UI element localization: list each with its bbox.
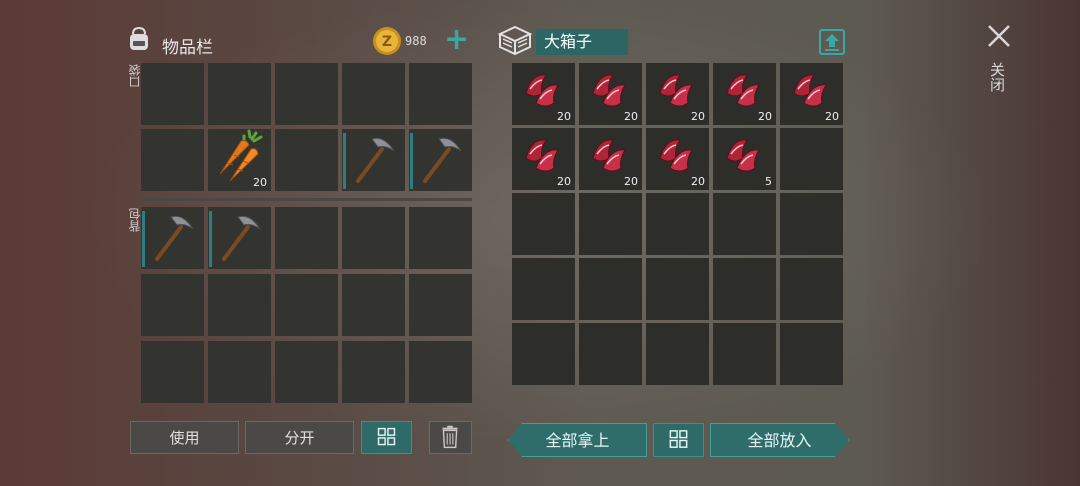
add-coins-button[interactable]: +	[444, 25, 469, 56]
inventory-slot[interactable]	[409, 341, 472, 403]
inventory-title: 物品栏	[162, 38, 213, 58]
container-slot[interactable]	[780, 258, 843, 320]
container-slot[interactable]	[512, 193, 575, 255]
backpack-grid	[141, 207, 472, 403]
container-slot-meat[interactable]: 20	[512, 63, 575, 125]
pocket-grid: 20	[141, 63, 472, 191]
inventory-slot-carrot[interactable]: 20	[208, 129, 271, 191]
container-slot-meat[interactable]: 20	[512, 128, 575, 190]
inventory-slot[interactable]	[342, 274, 405, 336]
container-slot[interactable]	[713, 323, 776, 385]
inventory-slot[interactable]	[141, 63, 204, 125]
item-quantity: 20	[557, 110, 571, 123]
inventory-slot[interactable]	[275, 274, 338, 336]
container-slot[interactable]	[713, 193, 776, 255]
take-all-button[interactable]: 全部拿上	[508, 423, 647, 457]
container-slot[interactable]	[646, 323, 709, 385]
container-slot[interactable]	[579, 258, 642, 320]
grid-sort-icon	[669, 430, 688, 448]
container-slot-meat[interactable]: 20	[579, 63, 642, 125]
section-divider	[141, 198, 472, 201]
container-slot-meat[interactable]: 20	[646, 128, 709, 190]
inventory-slot-pickaxe[interactable]	[409, 129, 472, 191]
inventory-slot[interactable]	[342, 341, 405, 403]
item-quantity: 20	[691, 110, 705, 123]
box-icon	[497, 24, 533, 56]
container-slot[interactable]	[512, 258, 575, 320]
item-quantity: 20	[624, 110, 638, 123]
container-slot-meat[interactable]: 20	[780, 63, 843, 125]
pickaxe-icon	[222, 215, 261, 261]
inventory-slot[interactable]	[409, 63, 472, 125]
close-icon[interactable]	[985, 22, 1013, 50]
backpack-icon	[125, 25, 153, 53]
container-slot-meat[interactable]: 5	[713, 128, 776, 190]
container-slot[interactable]	[780, 193, 843, 255]
inventory-slot[interactable]	[208, 341, 271, 403]
sort-button[interactable]	[361, 421, 412, 454]
coin-icon: Z	[372, 26, 402, 56]
inventory-slot[interactable]	[141, 129, 204, 191]
inventory-slot[interactable]	[208, 274, 271, 336]
container-grid: 20 20 20 20 20 20 20 20 5	[512, 63, 845, 385]
inventory-slot[interactable]	[275, 63, 338, 125]
inventory-slot[interactable]	[208, 63, 271, 125]
container-slot[interactable]	[512, 323, 575, 385]
delete-button[interactable]	[429, 421, 472, 454]
close-label[interactable]: 关闭	[988, 62, 1008, 92]
split-button[interactable]: 分开	[245, 421, 354, 454]
container-grid-viewport[interactable]: 20 20 20 20 20 20 20 20 5	[512, 63, 845, 403]
inventory-slot[interactable]	[342, 207, 405, 269]
inventory-slot[interactable]	[141, 274, 204, 336]
pickaxe-icon	[356, 137, 395, 183]
trash-icon	[442, 425, 458, 449]
container-slot[interactable]	[579, 323, 642, 385]
container-slot[interactable]	[780, 128, 843, 190]
inventory-slot[interactable]	[275, 207, 338, 269]
svg-text:Z: Z	[382, 34, 392, 50]
use-button[interactable]: 使用	[130, 421, 239, 454]
inventory-slot[interactable]	[409, 274, 472, 336]
upload-icon[interactable]	[818, 28, 846, 56]
pickaxe-icon	[155, 215, 194, 261]
grid-sort-icon	[377, 427, 396, 446]
container-slot-meat[interactable]: 20	[579, 128, 642, 190]
container-slot-meat[interactable]: 20	[646, 63, 709, 125]
put-all-button[interactable]: 全部放入	[710, 423, 849, 457]
container-name: 大箱子	[536, 29, 628, 55]
pickaxe-icon	[423, 137, 462, 183]
container-slot-meat[interactable]: 20	[713, 63, 776, 125]
inventory-slot-pickaxe[interactable]	[141, 207, 204, 269]
inventory-slot[interactable]	[141, 341, 204, 403]
container-slot[interactable]	[646, 258, 709, 320]
item-quantity: 20	[825, 110, 839, 123]
inventory-slot[interactable]	[409, 207, 472, 269]
inventory-slot-pickaxe[interactable]	[342, 129, 405, 191]
container-sort-button[interactable]	[653, 423, 704, 457]
container-slot[interactable]	[646, 193, 709, 255]
inventory-slot[interactable]	[275, 129, 338, 191]
container-slot[interactable]	[713, 258, 776, 320]
container-slot[interactable]	[579, 193, 642, 255]
item-quantity: 20	[758, 110, 772, 123]
item-quantity: 20	[624, 175, 638, 188]
item-quantity: 20	[557, 175, 571, 188]
container-slot[interactable]	[780, 323, 843, 385]
inventory-slot[interactable]	[342, 63, 405, 125]
item-quantity: 5	[765, 175, 772, 188]
inventory-slot-pickaxe[interactable]	[208, 207, 271, 269]
coin-count: 988	[405, 34, 427, 48]
item-quantity: 20	[691, 175, 705, 188]
item-quantity: 20	[253, 176, 267, 189]
inventory-slot[interactable]	[275, 341, 338, 403]
